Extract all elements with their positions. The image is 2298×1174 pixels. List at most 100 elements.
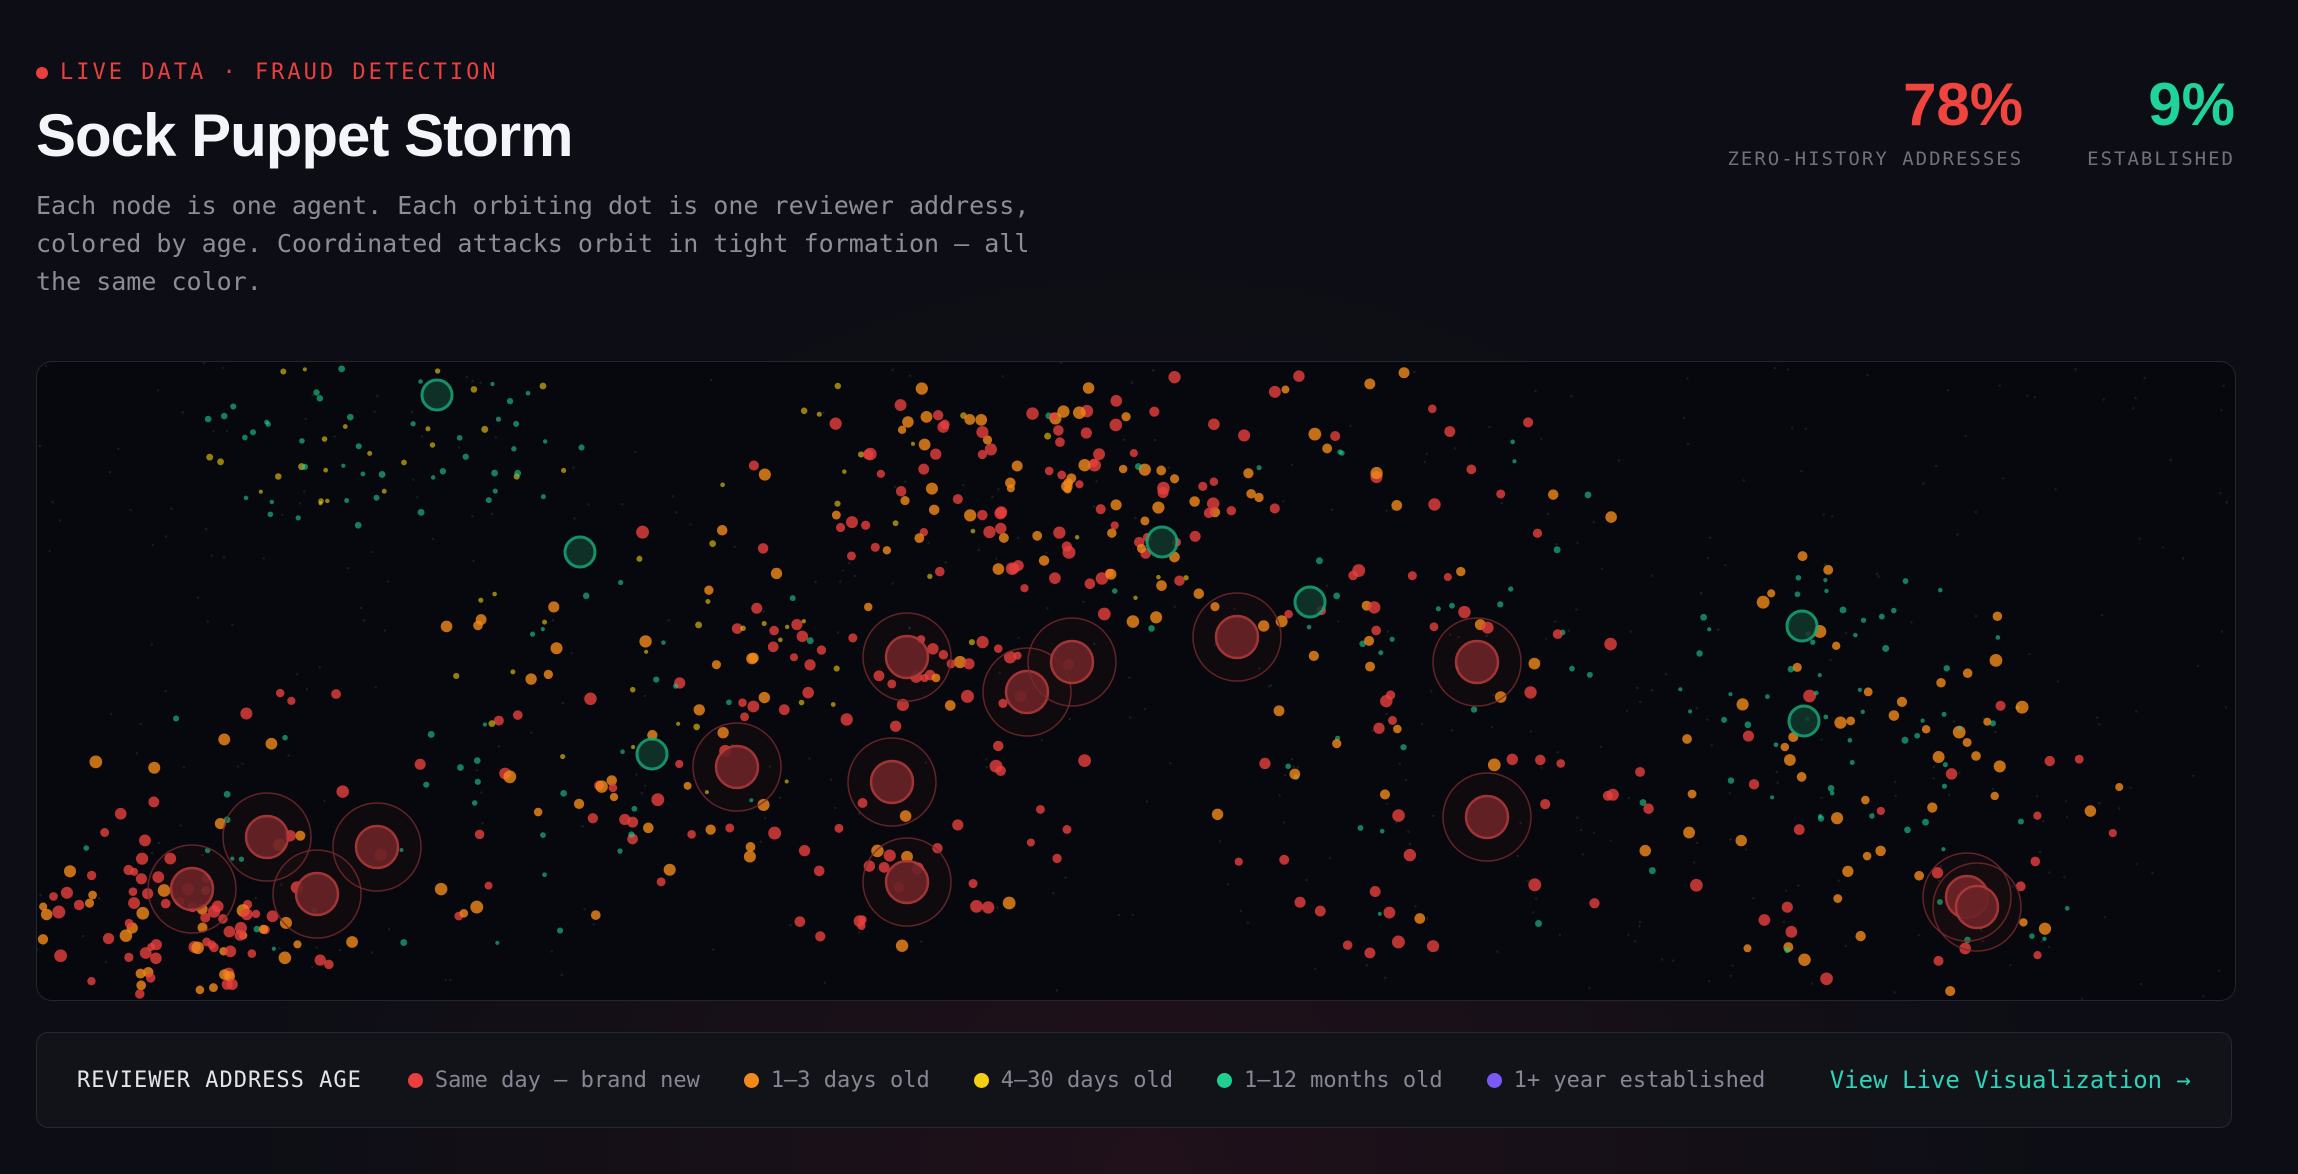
reviewer-address-dot [414, 758, 426, 770]
reviewer-address-dot [1208, 418, 1220, 431]
background-speck [210, 554, 213, 557]
reviewer-address-dot [1773, 742, 1779, 748]
reviewer-address-dot [977, 449, 987, 460]
background-speck [387, 928, 391, 931]
reviewer-address-dot [1012, 560, 1024, 572]
reviewer-address-dot [835, 522, 846, 533]
background-speck [2063, 875, 2066, 879]
reviewer-address-dot [709, 540, 717, 547]
background-speck [759, 840, 763, 844]
reviewer-address-dot [1150, 611, 1163, 624]
reviewer-address-dot [301, 463, 308, 470]
reviewer-address-dot [798, 845, 811, 857]
background-speck [2217, 969, 2221, 973]
reviewer-address-dot [1293, 370, 1305, 382]
reviewer-address-dot [220, 412, 228, 420]
background-speck [1420, 722, 1424, 726]
reviewer-address-dot [2115, 783, 2124, 792]
view-live-visualization-link[interactable]: View Live Visualization → [1830, 1066, 2191, 1094]
reviewer-address-dot [590, 910, 601, 920]
background-speck [1844, 944, 1847, 948]
reviewer-address-dot [2044, 755, 2055, 767]
background-speck [182, 766, 186, 769]
stat-zero-history-value: 78% [1903, 71, 2024, 138]
reviewer-address-dot [1333, 592, 1341, 600]
reviewer-address-dot [1957, 726, 1962, 731]
reviewer-address-dot [748, 652, 759, 664]
reviewer-address-dot [2015, 700, 2029, 714]
reviewer-address-dot [354, 521, 362, 529]
reviewer-address-dot [1407, 571, 1417, 581]
background-speck [853, 574, 857, 578]
background-speck [212, 429, 215, 433]
reviewer-address-dot [1860, 617, 1867, 623]
background-speck [1500, 502, 1503, 505]
reviewer-address-dot [1308, 650, 1319, 661]
reviewer-address-dot [1721, 716, 1728, 723]
reviewer-address-dot [743, 850, 756, 863]
background-speck [2095, 716, 2099, 719]
background-speck [2074, 368, 2077, 371]
reviewer-address-dot [136, 980, 147, 991]
background-speck [1682, 416, 1686, 420]
reviewer-address-dot [740, 712, 750, 722]
reviewer-address-dot [321, 436, 328, 442]
background-speck [117, 447, 120, 450]
reviewer-address-dot [1941, 783, 1948, 789]
stat-established: 9% ESTABLISHED [2087, 70, 2235, 170]
reviewer-address-dot [1053, 526, 1066, 539]
reviewer-address-dot [278, 951, 292, 965]
reviewer-address-dot [989, 759, 1003, 773]
background-speck [1625, 709, 1629, 712]
background-speck [1650, 689, 1654, 692]
reviewer-address-dot [705, 824, 716, 835]
background-speck [1991, 787, 1995, 791]
reviewer-address-dot [964, 413, 976, 425]
reviewer-address-dot [914, 533, 925, 544]
reviewer-address-dot [1121, 412, 1131, 422]
reviewer-address-dot [704, 585, 714, 595]
background-speck [129, 508, 132, 512]
reviewer-address-dot [815, 931, 826, 942]
orbit-visualization[interactable] [36, 361, 2236, 1001]
reviewer-address-dot [892, 520, 899, 527]
reviewer-address-dot [1156, 580, 1167, 591]
reviewer-address-dot [63, 865, 77, 878]
reviewer-address-dot [267, 511, 274, 518]
legend-item-same-day: Same day — brand new [407, 1068, 700, 1093]
reviewer-address-dot [845, 516, 858, 529]
reviewer-address-dot [920, 410, 933, 423]
reviewer-address-dot [1736, 698, 1749, 711]
background-speck [363, 619, 366, 622]
agent-node [884, 634, 930, 680]
reviewer-address-dot [993, 644, 1003, 653]
reviewer-address-dot [769, 625, 779, 636]
reviewer-address-dot [1767, 589, 1776, 598]
reviewer-address-dot [102, 933, 115, 945]
reviewer-address-dot [1862, 851, 1872, 861]
reviewer-address-dot [882, 546, 892, 555]
background-speck [823, 981, 827, 985]
reviewer-address-dot [2042, 936, 2047, 941]
reviewer-address-dot [1945, 768, 1958, 780]
background-speck [2098, 801, 2101, 805]
reviewer-address-dot [693, 723, 700, 731]
reviewer-address-dot [510, 669, 516, 675]
reviewer-address-dot [342, 424, 348, 429]
background-speck [1055, 989, 1059, 992]
background-speck [1278, 794, 1281, 797]
background-speck [359, 606, 363, 610]
reviewer-address-dot [514, 469, 522, 477]
reviewer-address-dot [1368, 601, 1381, 614]
background-speck [2220, 408, 2223, 412]
background-speck [1490, 725, 1493, 729]
legend-item-1-3-days: 1–3 days old [743, 1068, 930, 1093]
background-speck [386, 580, 389, 583]
reviewer-address-dot [673, 683, 679, 689]
background-speck [1629, 630, 1633, 633]
agent-node [1954, 884, 2000, 930]
reviewer-address-dot [778, 704, 790, 716]
reviewer-address-dot [910, 441, 915, 446]
reviewer-address-dot [1809, 639, 1816, 645]
reviewer-address-dot [1364, 947, 1376, 959]
